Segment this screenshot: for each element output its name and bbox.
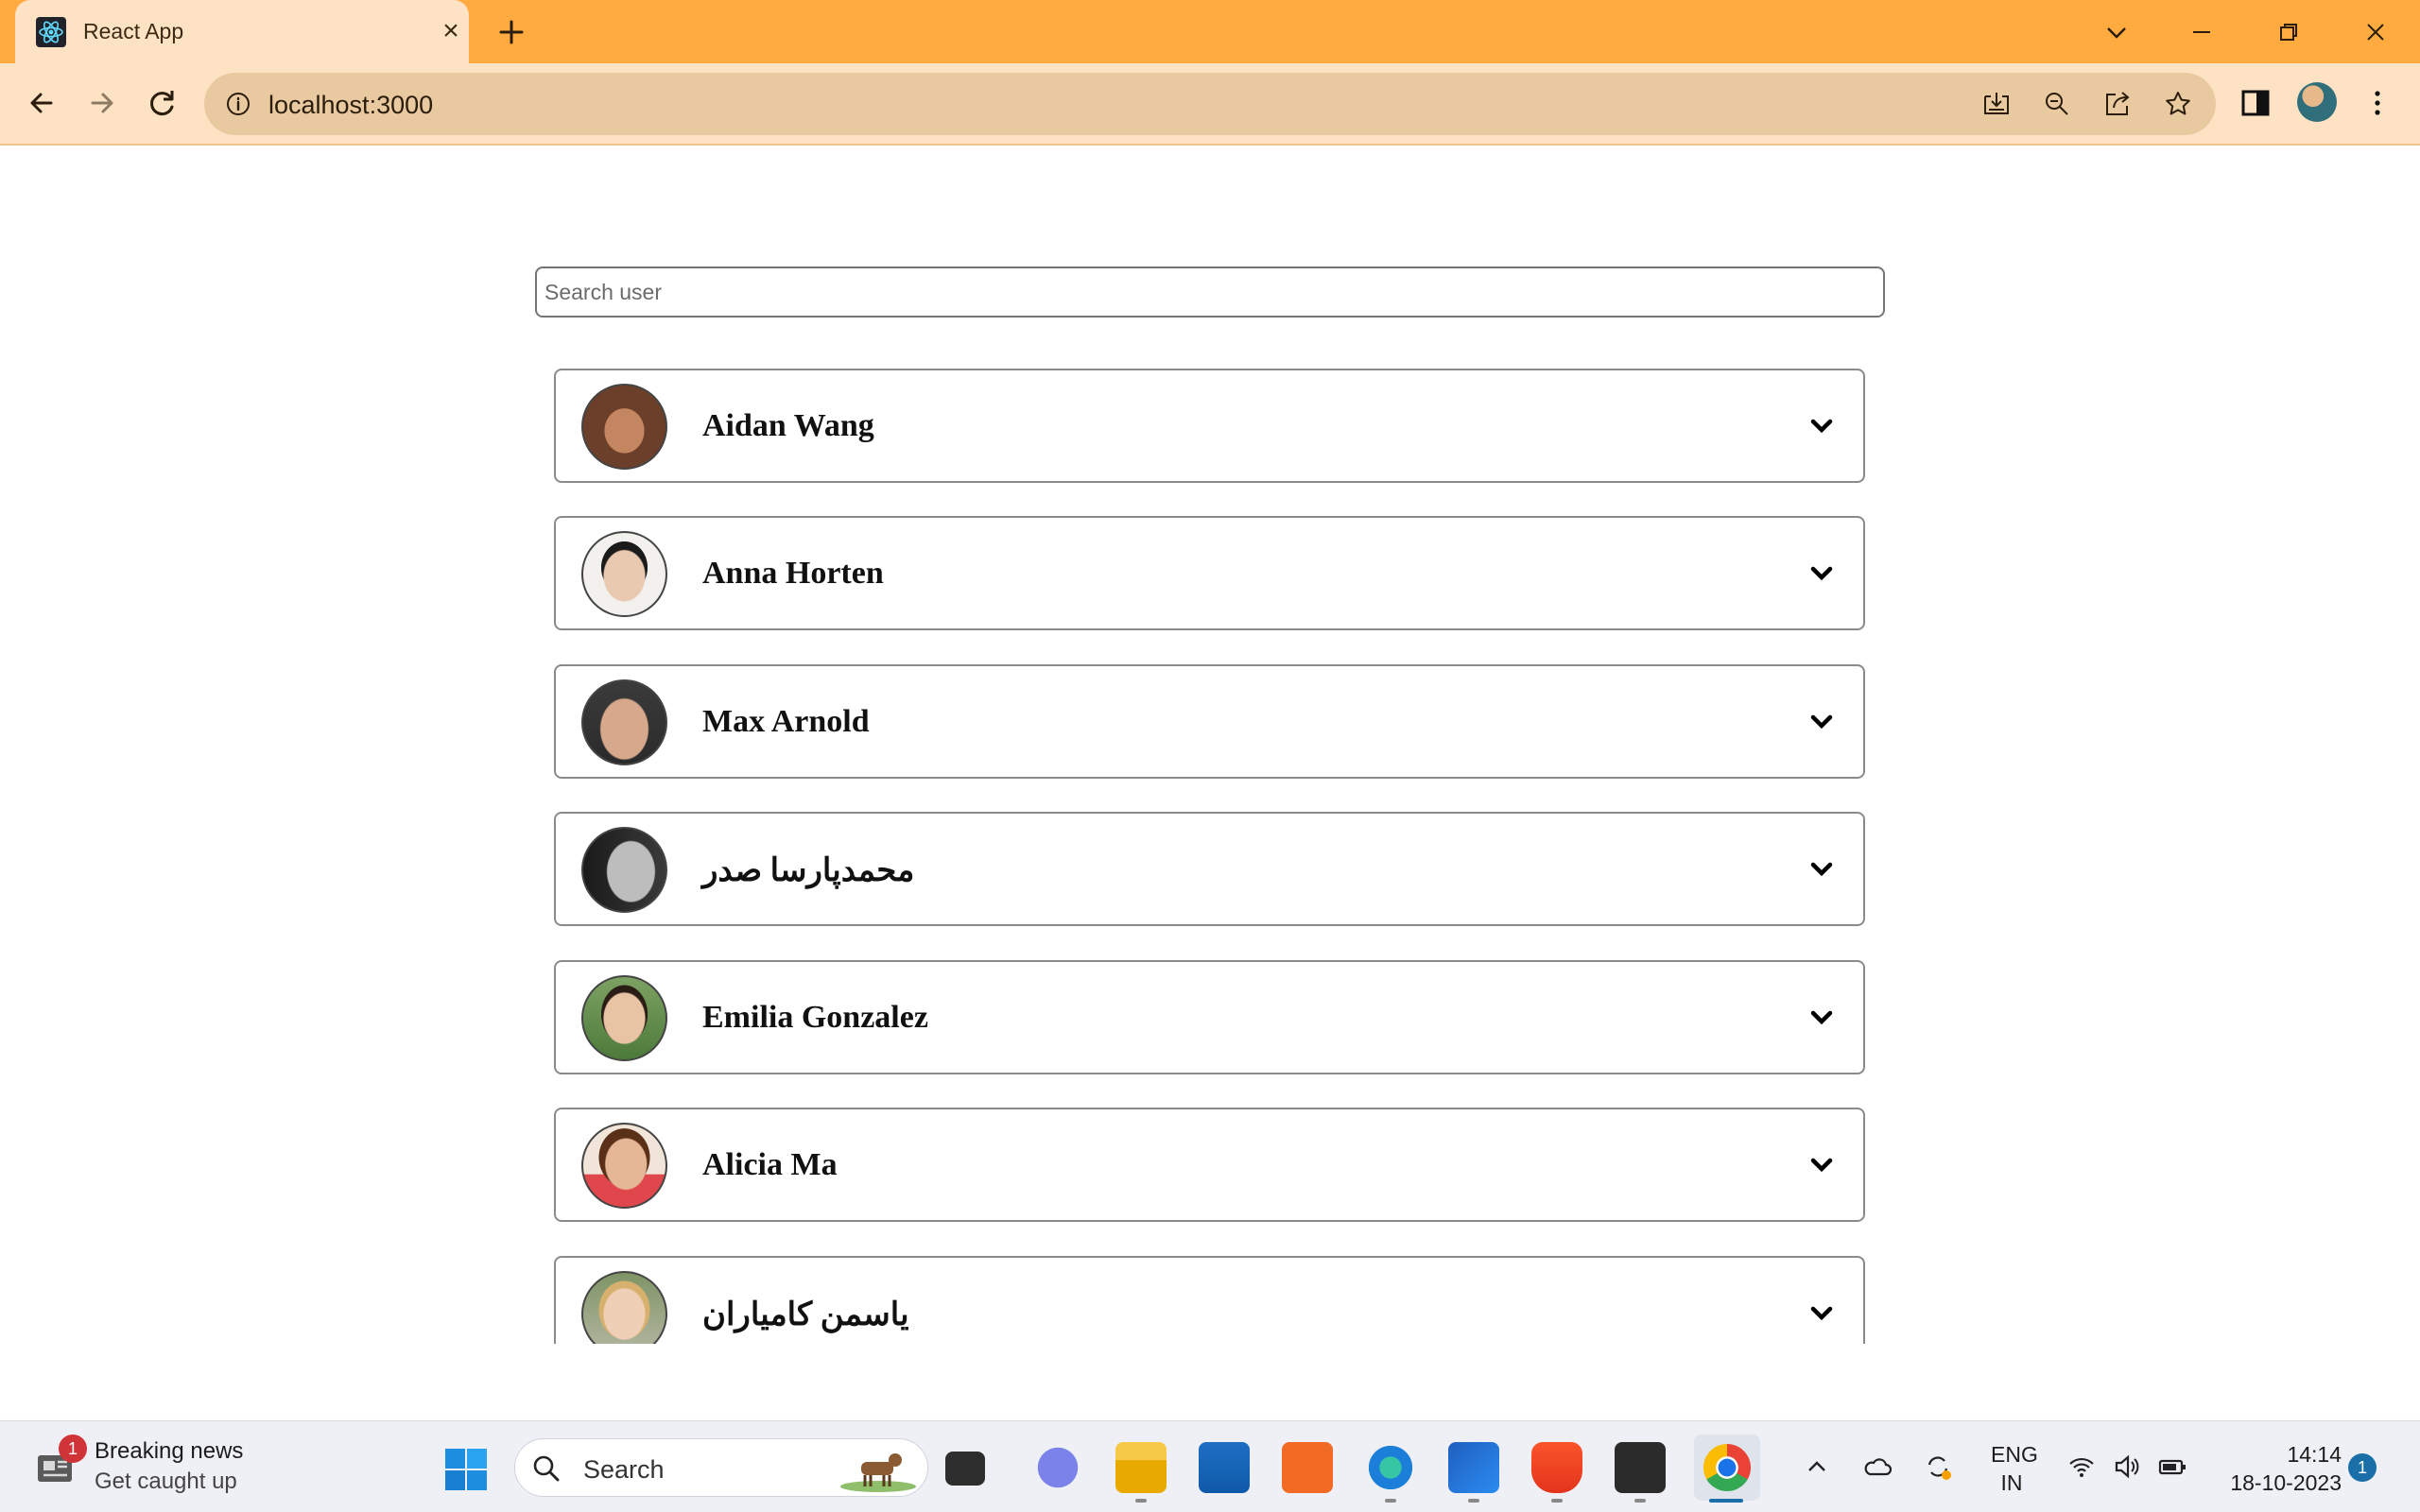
chevron-down-icon[interactable] — [1808, 859, 1835, 880]
chevron-down-icon[interactable] — [1808, 1155, 1835, 1176]
chevron-down-icon[interactable] — [1808, 563, 1835, 584]
page-viewport: Aidan Wang Anna Horten Max Arnold محمدپا… — [0, 147, 2420, 1344]
battery-icon[interactable] — [2157, 1452, 2187, 1482]
time-text: 14:14 — [2287, 1442, 2342, 1467]
bookmark-star-icon[interactable] — [2163, 89, 2193, 119]
windows-start-icon[interactable] — [444, 1448, 488, 1491]
clock[interactable]: 14:14 18-10-2023 — [2217, 1440, 2342, 1497]
user-avatar — [581, 975, 667, 1061]
user-name: محمدپارسا صدر — [702, 853, 915, 888]
user-accordion-item[interactable]: Max Arnold — [554, 664, 1865, 779]
chevron-down-icon[interactable] — [1808, 712, 1835, 732]
user-avatar — [581, 1123, 667, 1209]
user-name: Anna Horten — [702, 556, 884, 591]
file-explorer-icon[interactable] — [1115, 1442, 1167, 1493]
running-indicator — [1135, 1499, 1147, 1503]
brave-browser-icon[interactable] — [1531, 1442, 1582, 1493]
new-tab-icon[interactable] — [493, 13, 530, 51]
user-avatar — [581, 384, 667, 470]
user-avatar — [581, 679, 667, 765]
side-panel-icon[interactable] — [2238, 86, 2273, 120]
url-text[interactable]: localhost:3000 — [268, 91, 433, 120]
running-indicator — [1634, 1499, 1646, 1503]
user-avatar — [581, 827, 667, 913]
more-menu-icon[interactable] — [2360, 86, 2394, 120]
active-indicator — [1709, 1499, 1743, 1503]
search-icon — [533, 1455, 560, 1482]
minimize-icon[interactable] — [2183, 13, 2221, 51]
chevron-down-icon[interactable] — [1808, 1303, 1835, 1324]
search-highlight-illustration — [840, 1453, 916, 1492]
taskbar-search-label: Search — [583, 1455, 665, 1484]
user-name: Max Arnold — [702, 704, 870, 739]
language-code: ENG — [1991, 1442, 2038, 1467]
address-bar[interactable]: localhost:3000 — [204, 73, 2216, 135]
user-name: Alicia Ma — [702, 1147, 838, 1182]
task-view-icon[interactable] — [945, 1452, 985, 1486]
taskbar: 1 Breaking news Get caught up Search ENG… — [0, 1420, 2420, 1512]
browser-toolbar: localhost:3000 — [0, 63, 2420, 146]
user-accordion-item[interactable]: Alicia Ma — [554, 1108, 1865, 1222]
news-subtitle: Get caught up — [95, 1469, 237, 1494]
reload-icon[interactable] — [142, 82, 183, 124]
input-language-indicator[interactable]: ENG IN — [1991, 1440, 2038, 1497]
browser-tab-strip: React App × — [0, 0, 2420, 63]
teams-chat-icon[interactable] — [1032, 1442, 1083, 1493]
browser-tab[interactable]: React App × — [15, 0, 469, 63]
install-app-icon[interactable] — [1981, 89, 2012, 119]
microsoft-store-icon[interactable] — [1199, 1442, 1250, 1493]
user-accordion-item[interactable]: محمدپارسا صدر — [554, 812, 1865, 926]
volume-icon[interactable] — [2112, 1452, 2142, 1482]
chrome-icon — [1703, 1444, 1751, 1491]
profile-avatar[interactable] — [2297, 82, 2337, 122]
running-indicator — [1551, 1499, 1563, 1503]
date-text: 18-10-2023 — [2230, 1470, 2342, 1495]
terminal-icon[interactable] — [1615, 1442, 1666, 1493]
react-logo-icon — [36, 17, 66, 47]
user-name: یاسمن کامیاران — [702, 1297, 909, 1332]
share-icon[interactable] — [2102, 89, 2133, 119]
wifi-icon[interactable] — [2066, 1452, 2097, 1482]
user-avatar — [581, 1271, 667, 1344]
tab-close-icon[interactable]: × — [437, 17, 465, 45]
user-accordion-item[interactable]: Aidan Wang — [554, 369, 1865, 483]
running-indicator — [1468, 1499, 1479, 1503]
chevron-down-icon[interactable] — [1808, 1007, 1835, 1028]
search-user-input[interactable] — [535, 266, 1885, 318]
site-info-icon[interactable] — [225, 91, 251, 117]
user-name: Emilia Gonzalez — [702, 1000, 928, 1035]
forward-arrow-icon[interactable] — [81, 82, 123, 124]
onedrive-cloud-icon[interactable] — [1862, 1452, 1893, 1482]
user-name: Aidan Wang — [702, 408, 874, 443]
xampp-icon[interactable] — [1282, 1442, 1333, 1493]
running-indicator — [1385, 1499, 1396, 1503]
tab-title: React App — [83, 19, 184, 43]
chrome-active-app[interactable] — [1694, 1435, 1760, 1501]
show-hidden-icons-chevron-icon[interactable] — [1802, 1452, 1832, 1482]
back-arrow-icon[interactable] — [21, 82, 62, 124]
notification-badge[interactable]: 1 — [2348, 1453, 2377, 1482]
user-avatar — [581, 531, 667, 617]
taskbar-search-box[interactable]: Search — [514, 1438, 928, 1497]
restore-icon[interactable] — [2270, 13, 2308, 51]
user-accordion-item[interactable]: Anna Horten — [554, 516, 1865, 630]
edge-browser-icon[interactable] — [1365, 1442, 1416, 1493]
close-window-icon[interactable] — [2357, 13, 2394, 51]
remote-desktop-icon[interactable] — [1448, 1442, 1499, 1493]
news-badge: 1 — [59, 1435, 87, 1463]
chevron-down-icon[interactable] — [1808, 416, 1835, 437]
user-accordion-item[interactable]: یاسمن کامیاران — [554, 1256, 1865, 1344]
region-code: IN — [2000, 1470, 2023, 1495]
tab-search-chevron-icon[interactable] — [2098, 13, 2135, 51]
news-title: Breaking news — [95, 1438, 244, 1464]
user-accordion-item[interactable]: Emilia Gonzalez — [554, 960, 1865, 1074]
zoom-icon[interactable] — [2042, 89, 2072, 119]
sync-icon[interactable] — [1923, 1452, 1953, 1482]
